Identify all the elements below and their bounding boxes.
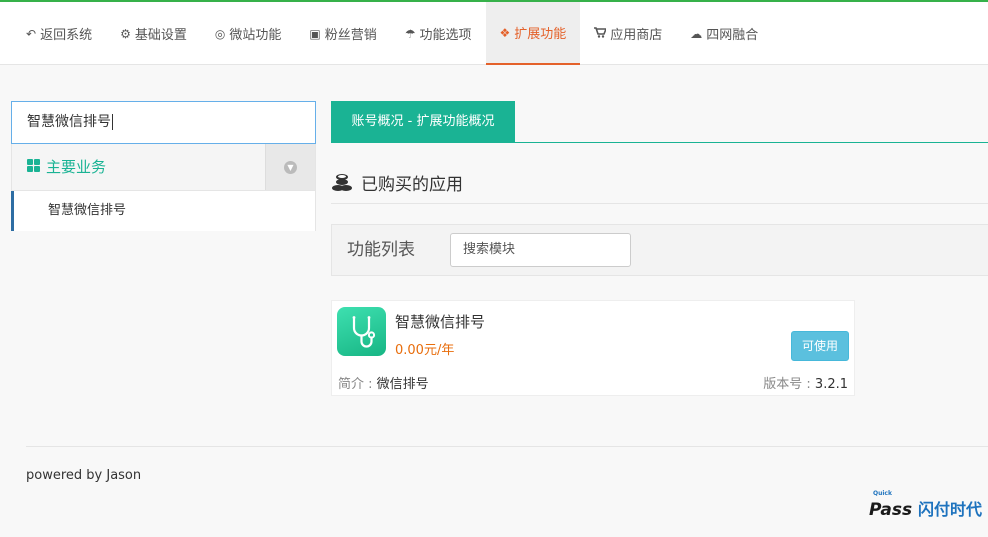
footer-divider xyxy=(26,446,988,447)
coins-icon xyxy=(331,173,353,193)
use-app-button[interactable]: 可使用 xyxy=(791,331,849,361)
sidebar-item-label: 智慧微信排号 xyxy=(48,203,127,218)
quickpass-logo: Quick Pass 闪付时代 xyxy=(869,490,984,520)
nav-item-function-options[interactable]: ☂ 功能选项 xyxy=(391,2,486,65)
grid-icon xyxy=(27,159,41,173)
divider xyxy=(331,203,988,204)
nav-item-label: 四网融合 xyxy=(706,28,759,43)
stethoscope-icon xyxy=(337,307,386,356)
umbrella-icon: ☂ xyxy=(404,26,416,41)
nav-item-label: 微站功能 xyxy=(229,28,282,43)
nav-item-label: 返回系统 xyxy=(40,28,93,43)
footer-text: powered by Jason xyxy=(26,468,142,483)
version-value: 3.2.1 xyxy=(814,377,848,392)
module-search-input[interactable]: 搜索模块 xyxy=(450,233,631,267)
app-card: 智慧微信排号 0.00元/年 可使用 简介 : 微信排号 版本号 : 3.2.1 xyxy=(331,300,855,396)
nav-item-four-network[interactable]: ☁ 四网融合 xyxy=(676,2,772,65)
brand-quick: Quick xyxy=(873,490,892,497)
filter-label: 功能列表 xyxy=(347,240,415,260)
app-name: 智慧微信排号 xyxy=(395,313,486,331)
nav-item-label: 应用商店 xyxy=(610,28,663,43)
sidebar-search-input[interactable]: 智慧微信排号 xyxy=(11,101,316,144)
nav-item-fan-marketing[interactable]: ▣ 粉丝营销 xyxy=(295,2,390,65)
version-label: 版本号 : xyxy=(763,377,815,392)
gift-icon: ▣ xyxy=(309,26,321,41)
nav-item-extensions[interactable]: ❖ 扩展功能 xyxy=(485,2,581,65)
sidebar-group-label: 主要业务 xyxy=(46,158,107,176)
nav-item-label: 基础设置 xyxy=(134,28,187,43)
nav-item-label: 功能选项 xyxy=(419,28,472,43)
nav-item-basic-settings[interactable]: ⚙ 基础设置 xyxy=(106,2,201,65)
reply-icon: ↶ xyxy=(26,26,37,41)
sidebar-item-queue[interactable]: 智慧微信排号 xyxy=(11,191,316,231)
nav-item-back[interactable]: ↶ 返回系统 xyxy=(12,2,106,65)
section-title-text: 已购买的应用 xyxy=(361,175,463,195)
coins-icon: ❖ xyxy=(499,25,511,40)
brand-cn: 闪付时代 xyxy=(918,500,983,519)
cloud-upload-icon: ☁ xyxy=(690,26,703,41)
tab-account-overview[interactable]: 账号概况 - 扩展功能概况 xyxy=(331,101,515,143)
sidebar-search-value: 智慧微信排号 xyxy=(27,114,111,130)
sidebar-group-title: 主要业务 xyxy=(27,144,106,190)
gear-icon: ⚙ xyxy=(120,26,131,41)
purchased-apps-heading: 已购买的应用 xyxy=(331,170,463,195)
main-nav: ↶ 返回系统 ⚙ 基础设置 ◎ 微站功能 ▣ 粉丝营销 ☂ 功能选项 ❖ 扩展功… xyxy=(0,2,988,65)
brand-pass: Pass xyxy=(869,500,913,520)
app-version: 版本号 : 3.2.1 xyxy=(763,373,848,392)
top-navbar: ↶ 返回系统 ⚙ 基础设置 ◎ 微站功能 ▣ 粉丝营销 ☂ 功能选项 ❖ 扩展功… xyxy=(0,0,988,65)
nav-item-label: 粉丝营销 xyxy=(324,28,377,43)
cart-icon xyxy=(594,26,608,41)
nav-item-app-store[interactable]: 应用商店 xyxy=(580,2,676,65)
app-intro: 简介 : 微信排号 xyxy=(338,373,429,392)
sidebar-group-header[interactable]: 主要业务 ▼ xyxy=(11,144,316,191)
app-price: 0.00元/年 xyxy=(395,343,455,358)
filter-bar: 功能列表 搜索模块 xyxy=(331,224,988,276)
sidebar-collapse-toggle[interactable]: ▼ xyxy=(265,144,315,190)
intro-label: 简介 : xyxy=(338,377,377,392)
intro-value: 微信排号 xyxy=(376,377,429,392)
chevron-down-icon: ▼ xyxy=(284,160,297,174)
nav-item-label: 扩展功能 xyxy=(514,27,567,42)
lifebuoy-icon: ◎ xyxy=(214,26,226,41)
nav-item-microsite[interactable]: ◎ 微站功能 xyxy=(201,2,296,65)
